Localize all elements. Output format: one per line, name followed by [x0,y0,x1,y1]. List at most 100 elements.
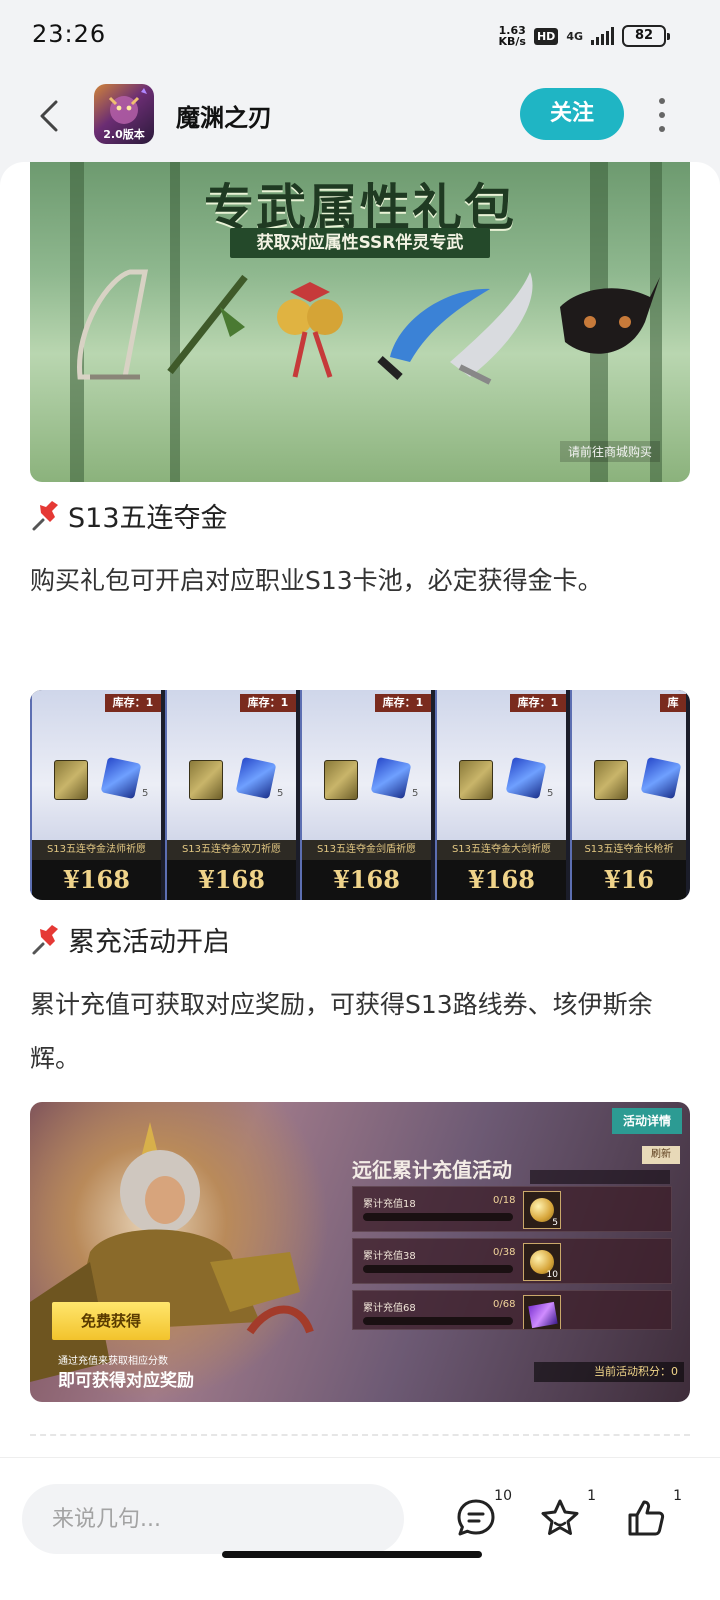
tier-progress: 0/38 [493,1247,516,1258]
comment-input[interactable] [22,1484,404,1554]
back-button[interactable] [30,96,70,136]
pushpin-icon [32,500,58,530]
redacted-name [530,1170,670,1184]
event-panel-title: 远征累计充值活动 [352,1158,512,1182]
reward-qty: 5 [552,1218,558,1228]
pack-name: S13五连夺金法师祈愿 [32,840,161,860]
tier-progress: 0/18 [493,1195,516,1206]
more-dot-icon [659,98,665,104]
chevron-left-icon [40,100,58,132]
recharge-tier-row: 累计充值38 0/38 10 [352,1238,672,1284]
comment-button[interactable]: 10 [448,1488,512,1548]
recharge-tier-row: 累计充值18 0/18 5 [352,1186,672,1232]
avatar-badge: 2.0版本 [103,128,145,141]
top-nav-bar: 2.0版本 魔渊之刃 关注 [0,72,720,162]
pack-stock: 库存：1 [510,694,566,712]
status-indicators: 1.63 KB/s HD 4G 82 [498,22,670,50]
pack-qty: 5 [277,788,284,799]
pack-price: ¥168 [437,860,566,900]
event-points: 当前活动积分：0 [534,1362,684,1382]
gold-card-icon [594,760,628,800]
event-details-button[interactable]: 活动详情 [612,1108,682,1134]
pack-card[interactable]: 库存：1 5 S13五连夺金双刀祈愿 ¥168 [165,690,296,900]
banner-subtitle: 获取对应属性SSR伴灵专武 [230,228,490,258]
like-button[interactable]: 1 [618,1488,682,1548]
thumbs-up-icon [628,1500,665,1536]
signal-icon [591,27,614,45]
pack-price: ¥168 [167,860,296,900]
pack-card[interactable]: 库 S13五连夺金长枪祈 ¥16 [570,690,686,900]
app-title[interactable]: 魔渊之刃 [176,98,272,133]
weapon-items-icon [77,269,660,385]
tier-label: 累计充值18 [363,1199,416,1210]
recharge-event-banner[interactable]: 活动详情 刷新 远征累计充值活动 累计充值18 0/18 5 累计充值38 0/… [30,1102,690,1402]
network-type: 4G [566,29,583,43]
favorite-count: 1 [587,1488,596,1504]
pack-card[interactable]: 库存：1 5 S13五连夺金剑盾祈愿 ¥168 [300,690,431,900]
bottom-action-bar: 10 1 1 [0,1457,720,1600]
blue-ticket-icon [235,756,277,800]
reward-qty: 10 [546,1270,558,1280]
gold-coin-icon [530,1198,554,1222]
home-indicator[interactable] [222,1551,482,1558]
blue-ticket-icon [640,756,682,800]
refresh-button[interactable]: 刷新 [642,1146,680,1164]
promo-small-text: 通过充值来获取相应分数 [58,1356,168,1367]
gacha-packs-banner[interactable]: 库存：1 5 S13五连夺金法师祈愿 ¥168 库存：1 5 S13五连夺金双刀… [30,690,690,900]
blue-ticket-icon [370,756,412,800]
app-avatar[interactable]: 2.0版本 [94,84,154,144]
pack-stock: 库存：1 [375,694,431,712]
tier-reward[interactable] [523,1295,561,1329]
hd-badge: HD [533,27,559,45]
pack-qty: 5 [412,788,419,799]
tier-progress-bar [363,1265,513,1273]
star-icon [541,1499,579,1535]
section-text: 累计充值可获取对应奖励，可获得S13路线券、垓伊斯余辉。 [30,990,653,1073]
gold-card-icon [324,760,358,800]
battery-icon: 82 [622,25,670,47]
gold-card-icon [189,760,223,800]
section-title: S13五连夺金 [30,496,228,535]
recharge-tier-row: 累计充值68 0/68 [352,1290,672,1330]
pack-stock: 库存：1 [105,694,161,712]
free-claim-button[interactable]: 免费获得 [52,1302,170,1340]
pack-qty: 5 [547,788,554,799]
more-options-button[interactable] [652,98,672,132]
gold-card-icon [459,760,493,800]
pack-price: ¥168 [32,860,161,900]
blue-ticket-icon [100,756,142,800]
follow-button[interactable]: 关注 [520,88,624,140]
divider [30,1434,690,1436]
like-count: 1 [673,1488,682,1504]
pack-card[interactable]: 库存：1 5 S13五连夺金法师祈愿 ¥168 [30,690,161,900]
comment-bubble-icon [457,1499,495,1536]
pack-name: S13五连夺金长枪祈 [572,840,686,860]
pack-stock: 库存：1 [240,694,296,712]
tier-progress-bar [363,1213,513,1221]
weapon-pack-banner[interactable]: 专武属性礼包 获取对应属性SSR伴灵专武 请前往商城购买 [30,162,690,482]
pack-name: S13五连夺金剑盾祈愿 [302,840,431,860]
tier-progress: 0/68 [493,1299,516,1310]
blue-ticket-icon [505,756,547,800]
status-bar: 23:26 1.63 KB/s HD 4G 82 [0,0,720,72]
pushpin-icon [32,924,58,954]
pack-price: ¥168 [302,860,431,900]
pack-name: S13五连夺金大剑祈愿 [437,840,566,860]
section-text: 购买礼包可开启对应职业S13卡池，必定获得金卡。 [30,566,603,595]
gold-card-icon [54,760,88,800]
tier-label: 累计充值68 [363,1303,416,1314]
pack-qty: 5 [142,788,149,799]
network-speed: 1.63 KB/s [498,24,526,48]
purple-ticket-icon [528,1301,558,1329]
banner-note: 请前往商城购买 [559,441,660,462]
pack-stock: 库 [660,694,686,712]
section-title: 累充活动开启 [30,920,230,959]
promo-big-text: 即可获得对应奖励 [58,1371,194,1391]
tier-reward[interactable]: 5 [523,1191,561,1229]
pack-card[interactable]: 库存：1 5 S13五连夺金大剑祈愿 ¥168 [435,690,566,900]
more-dot-icon [659,126,665,132]
favorite-button[interactable]: 1 [532,1488,596,1548]
pack-price: ¥16 [572,860,686,900]
tier-reward[interactable]: 10 [523,1243,561,1281]
tier-progress-bar [363,1317,513,1325]
